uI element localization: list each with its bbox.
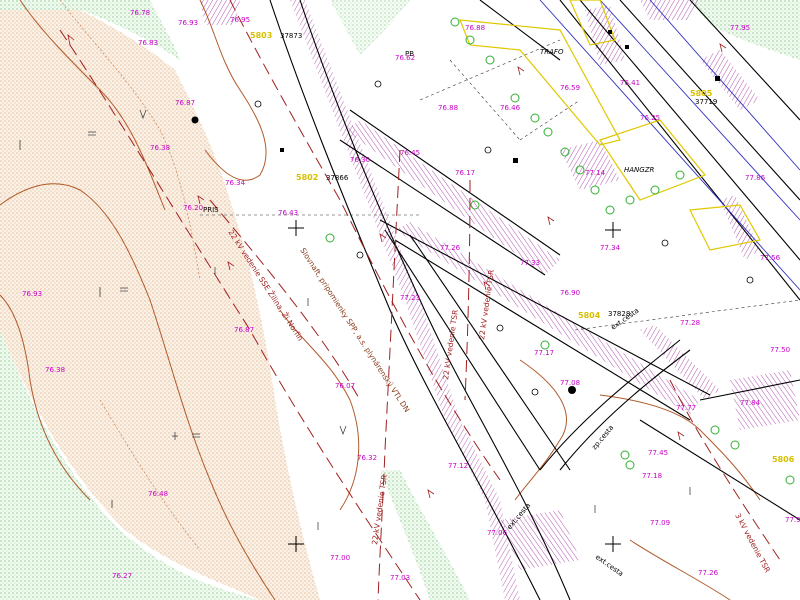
spot-height: 77.50 bbox=[770, 346, 790, 354]
station-code: 5805 bbox=[690, 89, 713, 98]
spot-height: 77.95 bbox=[730, 24, 750, 32]
spot-height: 77.14 bbox=[585, 169, 606, 177]
spot-height: 77.86 bbox=[745, 174, 766, 182]
spot-height: 77.56 bbox=[760, 254, 781, 262]
spot-height: 76.07 bbox=[335, 382, 355, 390]
power-line-label: 22 kV vedenie TSR bbox=[370, 474, 389, 545]
spot-height: 77.84 bbox=[740, 399, 761, 407]
spot-height: 77.26 bbox=[440, 244, 461, 252]
spot-height: 76.95 bbox=[230, 16, 250, 24]
spot-height: 76.48 bbox=[148, 490, 168, 498]
spot-height: 76.83 bbox=[138, 39, 158, 47]
spot-height: 76.88 bbox=[438, 104, 458, 112]
spot-height: 76.30 bbox=[350, 156, 370, 164]
spot-height: 76.20 bbox=[183, 204, 203, 212]
spot-height: 76.87 bbox=[234, 326, 254, 334]
spot-height: 77.00 bbox=[330, 554, 350, 562]
spot-height: 76.46 bbox=[500, 104, 521, 112]
spot-height: 76.93 bbox=[178, 19, 198, 27]
spot-height: 76.45 bbox=[400, 149, 420, 157]
station-code: 5806 bbox=[772, 455, 795, 464]
spot-height: 76.43 bbox=[278, 209, 298, 217]
road-label: ext.cesta bbox=[594, 553, 625, 578]
spot-height: 76.25 bbox=[640, 114, 660, 122]
spot-height: 76.27 bbox=[112, 572, 132, 580]
station-number: 37873 bbox=[280, 32, 302, 40]
spot-height: 76.87 bbox=[175, 99, 195, 107]
spot-height: 76.90 bbox=[560, 289, 580, 297]
spot-height: 77.18 bbox=[642, 472, 662, 480]
spot-height: 77.33 bbox=[520, 259, 540, 267]
spot-height: 76.62 bbox=[395, 54, 415, 62]
pris-label: PRIS bbox=[203, 206, 219, 214]
station-number: 37719 bbox=[695, 98, 717, 106]
topographic-map[interactable]: 5803 37873 5802 37866 5804 37828 5805 37… bbox=[0, 0, 800, 600]
spot-height: 77.08 bbox=[560, 379, 580, 387]
spot-height: 76.34 bbox=[225, 179, 246, 187]
road-label: zp.cesta bbox=[590, 424, 615, 452]
station-number: 37866 bbox=[326, 174, 349, 182]
station-code: 5803 bbox=[250, 31, 272, 40]
spot-height: 77.17 bbox=[534, 349, 554, 357]
station-code: 5802 bbox=[296, 173, 318, 182]
spot-height: 77.34 bbox=[600, 244, 621, 252]
spot-height: 77.09 bbox=[650, 519, 670, 527]
spot-height: 76.93 bbox=[22, 290, 42, 298]
spot-height: 76.88 bbox=[465, 24, 485, 32]
spot-height: 76.41 bbox=[620, 79, 640, 87]
spot-height: 77.03 bbox=[390, 574, 410, 582]
spot-height: 76.38 bbox=[45, 366, 65, 374]
hangar-label: HANGZR bbox=[624, 166, 655, 174]
spot-height: 77.45 bbox=[648, 449, 668, 457]
trafo-label: TRAFO bbox=[540, 48, 564, 56]
spot-height: 77.23 bbox=[400, 294, 420, 302]
power-line-label: 3 kV vedenie TSR bbox=[733, 512, 772, 574]
spot-height: 77.06 bbox=[487, 529, 508, 537]
spot-height: 76.59 bbox=[560, 84, 580, 92]
spot-height: 76.17 bbox=[455, 169, 475, 177]
spot-height: 77.77 bbox=[676, 404, 696, 412]
spot-height: 77.12 bbox=[448, 462, 468, 470]
spot-height: 76.32 bbox=[357, 454, 377, 462]
spot-height: 76.78 bbox=[130, 9, 150, 17]
spot-height: 77.26 bbox=[698, 569, 719, 577]
spot-height: 77.28 bbox=[680, 319, 700, 327]
spot-height: 77.91 bbox=[785, 516, 800, 524]
power-line-label: 22 kV vedenie TSR bbox=[441, 309, 460, 380]
station-code: 5804 bbox=[578, 311, 601, 320]
spot-height: 76.38 bbox=[150, 144, 170, 152]
